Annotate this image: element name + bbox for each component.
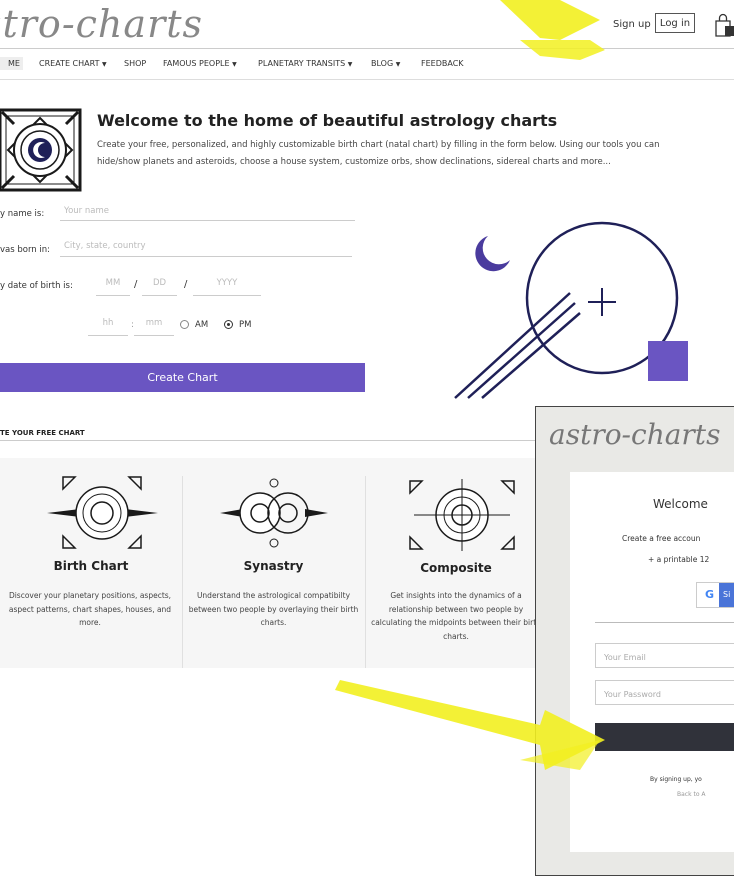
- nav-item-famous-people[interactable]: FAMOUS PEOPLE ▼: [163, 59, 237, 68]
- birthplace-input[interactable]: City, state, country: [60, 241, 352, 257]
- nav-item-feedback[interactable]: FEEDBACK: [421, 59, 464, 68]
- card-title-synastry[interactable]: Synastry: [182, 559, 365, 573]
- site-logo[interactable]: stro-charts: [0, 2, 203, 46]
- natal-chart-logo-icon: [0, 108, 82, 192]
- nav-item-shop[interactable]: SHOP: [124, 59, 146, 68]
- card-desc-synastry: Understand the astrological compatibilty…: [188, 591, 359, 627]
- name-label: y name is:: [0, 209, 45, 219]
- card-title-composite[interactable]: Composite: [365, 561, 547, 575]
- year-input[interactable]: YYYY: [193, 278, 261, 296]
- signup-submit-button[interactable]: S: [595, 723, 734, 751]
- nav-item-blog[interactable]: BLOG ▼: [371, 59, 400, 68]
- month-input[interactable]: MM: [96, 278, 130, 296]
- chevron-down-icon: ▼: [395, 61, 401, 68]
- pm-label: PM: [239, 320, 252, 330]
- card-desc-birth-chart: Discover your planetary positions, aspec…: [8, 591, 172, 627]
- hour-input[interactable]: hh: [88, 318, 128, 336]
- date-separator: /: [184, 279, 188, 290]
- day-placeholder: DD: [152, 278, 167, 288]
- terms-text: By signing up, yo: [650, 776, 702, 783]
- chevron-down-icon: ▼: [102, 61, 107, 68]
- password-placeholder: Your Password: [604, 690, 661, 699]
- name-input[interactable]: Your name: [60, 206, 355, 221]
- email-field[interactable]: Your Email: [595, 643, 734, 668]
- card-desc-composite: Get insights into the dynamics of a rela…: [371, 591, 541, 641]
- modal-subtitle: Create a free accoun: [622, 534, 701, 543]
- am-label: AM: [195, 320, 209, 330]
- chevron-down-icon: ▼: [232, 61, 237, 68]
- minute-placeholder: mm: [145, 318, 163, 328]
- google-signin-label: Si: [719, 583, 734, 607]
- nav-item-home[interactable]: ME: [0, 57, 23, 70]
- pm-radio[interactable]: [224, 320, 233, 329]
- day-input[interactable]: DD: [142, 278, 177, 296]
- signup-link[interactable]: Sign up: [613, 19, 651, 30]
- google-signin-button[interactable]: G Si: [696, 582, 734, 608]
- nav-item-label: FAMOUS PEOPLE: [163, 59, 230, 68]
- am-radio[interactable]: [180, 320, 189, 329]
- chevron-down-icon: ▼: [347, 61, 353, 68]
- nav-divider: [0, 79, 734, 80]
- email-placeholder: Your Email: [604, 653, 646, 662]
- login-button[interactable]: Log in: [655, 13, 695, 33]
- modal-subtitle-2: + a printable 12: [648, 555, 710, 564]
- back-link[interactable]: Back to A: [677, 791, 706, 798]
- modal-logo: astro-charts: [549, 418, 721, 451]
- password-field[interactable]: Your Password: [595, 680, 734, 705]
- birthplace-placeholder: City, state, country: [64, 241, 146, 251]
- modal-welcome-title: Welcome: [653, 497, 708, 511]
- hour-placeholder: hh: [102, 318, 114, 328]
- name-placeholder: Your name: [64, 206, 109, 216]
- google-icon: G: [705, 588, 715, 601]
- hero-description: Create your free, personalized, and high…: [97, 140, 660, 167]
- minute-input[interactable]: mm: [134, 318, 174, 336]
- month-placeholder: MM: [105, 278, 121, 288]
- create-chart-button[interactable]: Create Chart: [0, 363, 365, 392]
- birth-chart-icon: [47, 476, 158, 549]
- page-title: Welcome to the home of beautiful astrolo…: [97, 111, 558, 130]
- cosmic-illustration: [454, 221, 688, 399]
- synastry-icon: [220, 478, 328, 548]
- nav-item-create-chart[interactable]: CREATE CHART ▼: [39, 59, 107, 68]
- header-divider: [0, 48, 734, 49]
- nav-item-label: CREATE CHART: [39, 59, 100, 68]
- main-nav: ME CREATE CHART ▼ SHOP FAMOUS PEOPLE ▼ P…: [0, 57, 734, 73]
- nav-item-label: PLANETARY TRANSITS: [258, 59, 346, 68]
- section-title: TE YOUR FREE CHART: [0, 429, 85, 437]
- year-placeholder: YYYY: [216, 278, 238, 288]
- card-title-birth-chart[interactable]: Birth Chart: [0, 559, 182, 573]
- nav-item-label: BLOG: [371, 59, 394, 68]
- shopping-bag-icon[interactable]: [713, 12, 734, 38]
- composite-icon: [409, 479, 515, 551]
- dob-label: y date of birth is:: [0, 281, 73, 291]
- date-separator: /: [134, 279, 138, 290]
- nav-item-planetary-transits[interactable]: PLANETARY TRANSITS ▼: [258, 59, 352, 68]
- or-divider: [595, 622, 734, 623]
- born-label: vas born in:: [0, 245, 51, 255]
